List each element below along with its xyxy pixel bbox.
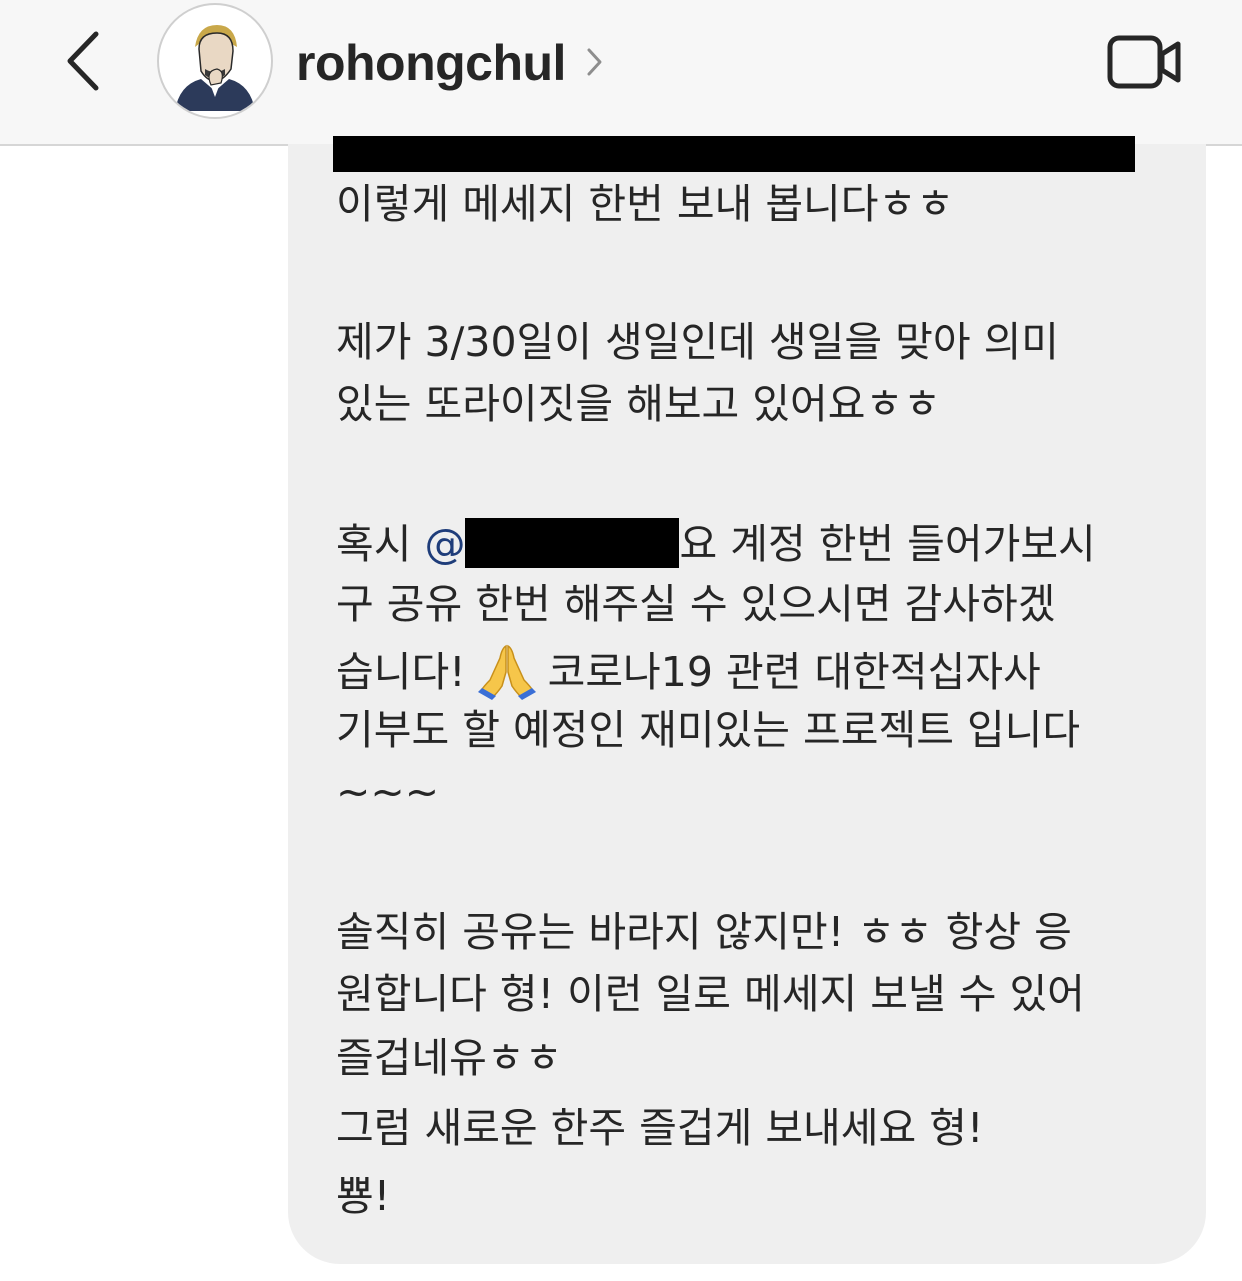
message-line: ~~~	[336, 768, 440, 816]
chat-header: rohongchul	[0, 0, 1242, 146]
message-bubble[interactable]	[288, 144, 1206, 1264]
message-line: 기부도 할 예정인 재미있는 프로젝트 입니다	[336, 706, 1081, 754]
message-line: 즐겁네유ㅎㅎ	[336, 1034, 563, 1082]
message-line: 구 공유 한번 해주실 수 있으시면 감사하겠	[336, 580, 1056, 628]
redacted-mention	[465, 518, 680, 568]
redacted-text-bar	[333, 136, 1135, 172]
message-line-with-mention: 혹시 @ 요 계정 한번 들어가보시	[336, 518, 1096, 568]
avatar[interactable]	[157, 3, 273, 119]
message-text: 습니다!	[336, 648, 466, 696]
chevron-left-icon	[67, 31, 99, 91]
chat-username[interactable]: rohongchul	[296, 34, 566, 92]
video-camera-icon	[1107, 35, 1181, 89]
message-line: 이렇게 메세지 한번 보내 봅니다ㅎㅎ	[336, 180, 954, 228]
avatar-illustration	[165, 11, 265, 111]
message-line: 뿅!	[336, 1172, 391, 1220]
message-line: 원합니다 형! 이런 일로 메세지 보낼 수 있어	[336, 970, 1085, 1018]
profile-link-chevron[interactable]	[583, 44, 605, 80]
message-text: 혹시	[336, 520, 425, 568]
message-line-with-emoji: 습니다! 코로나19 관련 대한적십자사	[336, 642, 1041, 700]
message-line: 제가 3/30일이 생일인데 생일을 맞아 의미	[336, 318, 1060, 366]
video-call-button[interactable]	[1106, 34, 1184, 90]
back-button[interactable]	[58, 28, 114, 94]
message-line: 그럼 새로운 한주 즐겁게 보내세요 형!	[336, 1104, 984, 1152]
message-line: 솔직히 공유는 바라지 않지만! ㅎㅎ 항상 응	[336, 908, 1072, 956]
message-line: 있는 또라이짓을 해보고 있어요ㅎㅎ	[336, 380, 941, 428]
message-text: 코로나19 관련 대한적십자사	[547, 648, 1041, 696]
chevron-right-icon	[587, 48, 602, 76]
folded-hands-emoji-icon	[476, 642, 538, 700]
mention-at-sign[interactable]: @	[424, 520, 465, 568]
message-text: 요 계정 한번 들어가보시	[679, 520, 1096, 568]
